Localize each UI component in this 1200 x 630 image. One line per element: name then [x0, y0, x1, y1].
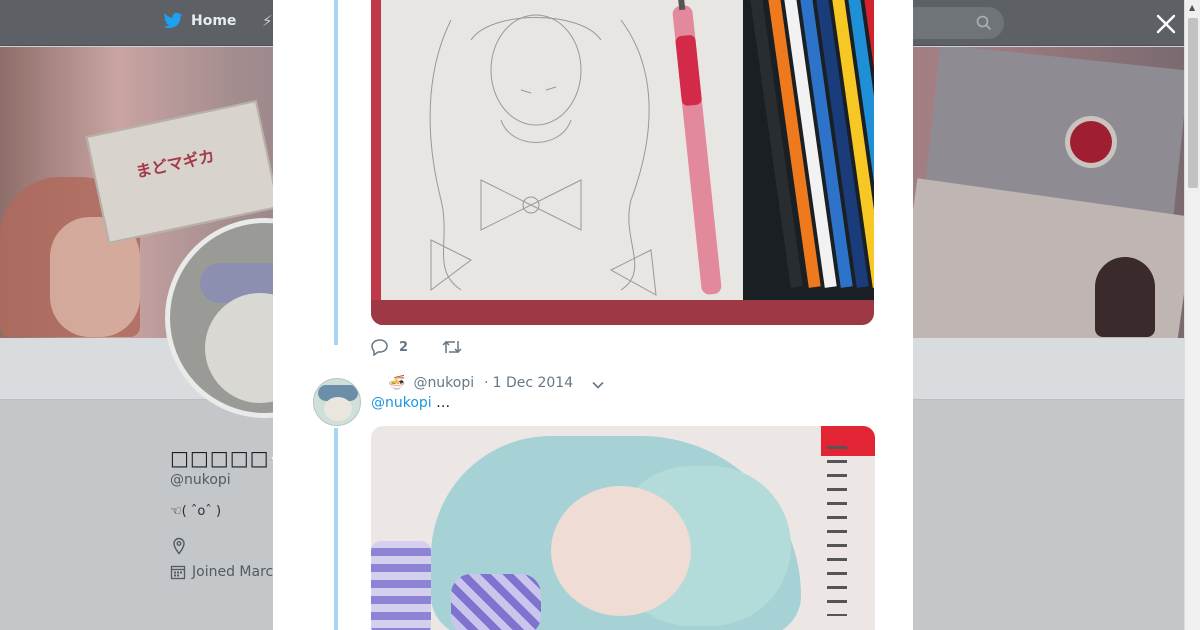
scroll-up-arrow-icon[interactable]: ▲	[1189, 3, 1195, 12]
lightning-icon: ⚡	[262, 12, 273, 30]
avatar-face	[324, 397, 352, 421]
tweet-mention-link[interactable]: @nukopi	[371, 395, 432, 411]
retweet-button[interactable]	[442, 339, 472, 355]
twitter-bird-icon	[163, 12, 183, 29]
watercolor-bow	[451, 574, 541, 630]
reply-button[interactable]: 2	[371, 338, 408, 356]
tweet-actions: 2	[371, 338, 472, 356]
profile-bio: ☜( ˆoˆ )	[170, 504, 222, 519]
tweet-date[interactable]: 1 Dec 2014	[493, 375, 574, 391]
search-icon	[976, 15, 992, 31]
thread-line	[334, 0, 338, 345]
nav-home-label: Home	[191, 13, 237, 29]
profile-handle[interactable]: @nukopi	[170, 472, 231, 488]
search-box[interactable]	[912, 7, 1004, 39]
tweet-photo-watercolor[interactable]	[371, 426, 875, 630]
page-scrollbar[interactable]: ▲	[1184, 0, 1200, 630]
reply-count: 2	[399, 339, 409, 355]
pen-tip	[677, 0, 686, 11]
thread-line	[334, 428, 338, 630]
notebook-spiral	[827, 446, 847, 616]
tweet-header: 🍜 @nukopi · 1 Dec 2014	[388, 375, 573, 391]
calendar-icon	[170, 565, 186, 580]
profile-joined: Joined Marc	[170, 564, 273, 580]
close-icon[interactable]	[1155, 13, 1177, 35]
retweet-icon	[442, 340, 462, 354]
tweet-photo-sketch[interactable]	[371, 0, 874, 325]
banner-red-eye	[1070, 121, 1112, 163]
tweet-text: @nukopi …	[371, 395, 450, 411]
banner-character-right	[1095, 257, 1155, 337]
tweet-author-handle[interactable]: @nukopi	[413, 375, 474, 391]
watercolor-bow	[371, 541, 431, 630]
tweet-ellipsis: …	[436, 395, 451, 411]
tweet-thread-modal: 2 🍜 @nukopi · 1 Dec 2014 @nukopi …	[273, 0, 913, 630]
profile-joined-text: Joined Marc	[192, 564, 274, 580]
scrollbar-thumb[interactable]	[1188, 18, 1198, 188]
nav-moments-link[interactable]: ⚡	[262, 12, 273, 30]
reply-icon	[371, 339, 388, 356]
red-table-surface	[371, 300, 874, 325]
header-separator: ·	[484, 375, 489, 391]
colored-pencil-case	[743, 0, 874, 310]
location-icon	[173, 537, 185, 555]
nav-home-link[interactable]: Home	[163, 12, 236, 30]
ramen-emoji: 🍜	[388, 375, 406, 391]
watercolor-face	[551, 486, 691, 616]
tweet-author-avatar[interactable]	[313, 378, 361, 426]
banner-card-text: まどマギカ	[134, 146, 217, 182]
chevron-down-icon[interactable]	[591, 378, 605, 392]
